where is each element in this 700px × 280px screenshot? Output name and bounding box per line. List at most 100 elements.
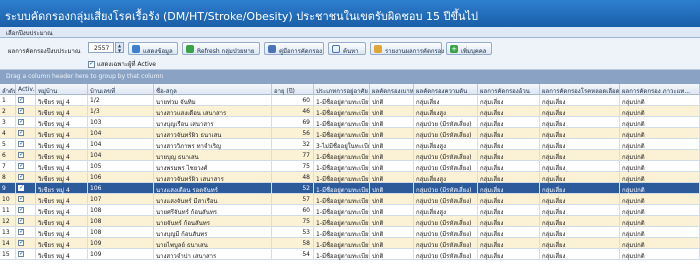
active-checkbox[interactable] xyxy=(18,173,24,180)
residence-type-cell: 1-มีชื่ออยู่ตามทะเบียนบ้าน xyxy=(314,238,370,249)
stroke-result-cell: กลุ่มเสี่ยง xyxy=(540,106,620,117)
active-checkbox[interactable] xyxy=(18,129,24,136)
stroke-result-cell: กลุ่มเสี่ยง xyxy=(540,205,620,216)
active-checkbox[interactable] xyxy=(18,151,24,158)
active-checkbox[interactable] xyxy=(18,184,24,191)
group-by-panel[interactable]: Drag a column header here to group by th… xyxy=(0,70,700,84)
toolbar: ผลการคัดกรองปีงบประมาณ 2557 ▲ ▼ แสดงข้อม… xyxy=(0,38,700,70)
village-cell: วิเชียร หมู่ 4 xyxy=(36,194,88,205)
manual-label: คู่มือการคัดกรอง xyxy=(279,48,323,55)
active-checkbox[interactable] xyxy=(18,140,24,147)
table-row[interactable]: 5วิเชียร หมู่ 4104นางสาววิภาพร ทาจำเริญ3… xyxy=(0,139,700,150)
active-cell[interactable] xyxy=(16,95,36,106)
active-checkbox[interactable] xyxy=(18,96,24,103)
active-checkbox[interactable] xyxy=(18,118,24,125)
obesity-result-cell: กลุ่มเสี่ยง xyxy=(478,95,540,106)
screening-report-button[interactable]: รายงานผลการคัดกรอง xyxy=(370,42,444,55)
table-row[interactable]: 15 วิเชียร หมู่ 4109นางสาวจำปา เสนาสาร541… xyxy=(0,249,700,260)
active-checkbox[interactable] xyxy=(18,239,24,246)
table-row[interactable]: 9 วิเชียร หมู่ 4106นางแสงเดือน รอดจันทร์5… xyxy=(0,183,700,194)
name-cell: นายศรีจันทร์ ก้อนสันทร xyxy=(154,205,272,216)
active-checkbox[interactable] xyxy=(18,107,24,114)
active-cell[interactable] xyxy=(16,227,36,238)
table-row[interactable]: 8 วิเชียร หมู่ 4106นางสาวจันทร์ผิว เสนาสา… xyxy=(0,172,700,183)
tab-select-fiscal-year[interactable]: เลือกปีงบประมาณ xyxy=(0,27,700,38)
active-only-option[interactable]: แสดงเฉพาะผู้ที่ Active xyxy=(88,59,156,69)
column-header[interactable]: ผลคัดกรองเบาหวาน xyxy=(370,84,414,95)
search-button[interactable]: ค้นหา xyxy=(328,42,366,55)
table-row[interactable]: 3 วิเชียร หมู่ 4103นางบุญเรือน เสนาสาร691… xyxy=(0,117,700,128)
table-row[interactable]: 12 วิเชียร หมู่ 4108นายจันทร์ ก้อนสันทร75… xyxy=(0,216,700,227)
active-cell[interactable] xyxy=(16,106,36,117)
residence-type-cell: 1-มีชื่ออยู่ตามทะเบียนบ้าน xyxy=(314,150,370,161)
name-cell: นายบุญ ธนาเสน xyxy=(154,150,272,161)
active-checkbox[interactable] xyxy=(18,217,24,224)
add-person-button[interactable]: + เพิ่มบุคคล xyxy=(446,42,492,55)
stroke-result-cell: กลุ่มเสี่ยง xyxy=(540,95,620,106)
column-header[interactable]: ผลการคัดกรอง ภาวะแท... xyxy=(620,84,700,95)
complication-result-cell: กลุ่มปกติ xyxy=(620,205,700,216)
active-cell[interactable] xyxy=(16,249,36,260)
table-row[interactable]: 7 วิเชียร หมู่ 4105นางพรมพร ไชยวงศ์751-มี… xyxy=(0,161,700,172)
active-checkbox[interactable] xyxy=(18,195,24,202)
village-cell: วิเชียร หมู่ 4 xyxy=(36,172,88,183)
active-cell[interactable] xyxy=(16,128,36,139)
fiscal-year-input[interactable]: 2557 xyxy=(88,42,114,53)
village-cell: วิเชียร หมู่ 4 xyxy=(36,95,88,106)
residence-type-cell: 1-มีชื่ออยู่ตามทะเบียนบ้าน xyxy=(314,227,370,238)
show-data-button[interactable]: แสดงข้อมูล xyxy=(128,42,178,55)
active-cell[interactable] xyxy=(16,161,36,172)
active-cell[interactable] xyxy=(16,172,36,183)
column-header[interactable]: Activ... xyxy=(16,84,36,95)
row-number-cell: 4 xyxy=(0,128,16,139)
active-cell[interactable] xyxy=(16,194,36,205)
table-row[interactable]: 14 วิเชียร หมู่ 4109นายไพบูลย์ ธนาเสน581-… xyxy=(0,238,700,249)
column-header[interactable]: บ้านเลขที่ xyxy=(88,84,154,95)
obesity-result-cell: กลุ่มเสี่ยง xyxy=(478,183,540,194)
table-row[interactable]: 6 วิเชียร หมู่ 4104นายบุญ ธนาเสน771-มีชื่… xyxy=(0,150,700,161)
column-header[interactable]: ลำดับ xyxy=(0,84,16,95)
active-cell[interactable] xyxy=(16,117,36,128)
active-cell[interactable] xyxy=(16,183,36,194)
refresh-recovered-button[interactable]: Refresh กลุ่มป่วยหาย xyxy=(182,42,260,55)
active-cell[interactable] xyxy=(16,238,36,249)
screening-manual-button[interactable]: คู่มือการคัดกรอง xyxy=(264,42,324,55)
spin-down-icon[interactable]: ▼ xyxy=(116,48,123,53)
active-cell[interactable] xyxy=(16,205,36,216)
table-row[interactable]: 1 วิเชียร หมู่ 41/2นายท่วม จันทิม601-มีชื… xyxy=(0,95,700,106)
active-cell[interactable] xyxy=(16,216,36,227)
column-header[interactable]: ผลคัดกรองความดัน xyxy=(414,84,478,95)
active-checkbox[interactable] xyxy=(18,206,24,213)
column-header[interactable]: ประเภทการอยู่อาศัย xyxy=(314,84,370,95)
active-cell[interactable] xyxy=(16,139,36,150)
house-number-cell: 108 xyxy=(88,216,154,227)
table-row[interactable]: 2 วิเชียร หมู่ 41/3นางสาวแสงเดือน เสนาสาร… xyxy=(0,106,700,117)
table-row[interactable]: 11 วิเชียร หมู่ 4108นายศรีจันทร์ ก้อนสันท… xyxy=(0,205,700,216)
age-cell: 46 xyxy=(272,106,314,117)
fiscal-year-spinner[interactable]: ▲ ▼ xyxy=(115,42,124,53)
name-cell: นางสาววิภาพร ทาจำเริญ xyxy=(154,139,272,150)
column-header[interactable]: ผลการคัดกรองอ้วน xyxy=(478,84,540,95)
active-cell[interactable] xyxy=(16,150,36,161)
table-row[interactable]: 4 วิเชียร หมู่ 4104นางสาวจันทร์ผิว ธนาเสน… xyxy=(0,128,700,139)
table-row[interactable]: 13 วิเชียร หมู่ 4108นางบุญมี ก้อนสันทร531… xyxy=(0,227,700,238)
active-checkbox[interactable] xyxy=(18,250,24,257)
residence-type-cell: 1-มีชื่ออยู่ตามทะเบียนบ้าน xyxy=(314,194,370,205)
table-row[interactable]: 10 วิเชียร หมู่ 4107นางแสงจันทร์ มีสาเรือ… xyxy=(0,194,700,205)
column-header[interactable]: หมู่บ้าน xyxy=(36,84,88,95)
column-header[interactable]: อายุ (ปี) xyxy=(272,84,314,95)
hypertension-result-cell: กลุ่มป่วย (มีรหัสเสี่ยง) xyxy=(414,194,478,205)
column-header[interactable]: ชื่อ-สกุล xyxy=(154,84,272,95)
complication-result-cell: กลุ่มปกติ xyxy=(620,238,700,249)
column-header[interactable]: ผลการคัดกรองโรคหลอดเลือดสมอง xyxy=(540,84,620,95)
active-checkbox[interactable] xyxy=(18,162,24,169)
row-number-cell: 7 xyxy=(0,161,16,172)
active-checkbox[interactable] xyxy=(18,228,24,235)
stroke-result-cell: กลุ่มเสี่ยง xyxy=(540,161,620,172)
hypertension-result-cell: กลุ่มป่วย (มีรหัสเสี่ยง) xyxy=(414,227,478,238)
residence-type-cell: 1-มีชื่ออยู่ตามทะเบียนบ้าน xyxy=(314,172,370,183)
active-only-checkbox[interactable] xyxy=(88,60,95,68)
row-number-cell: 9 xyxy=(0,183,16,194)
obesity-result-cell: กลุ่มเสี่ยง xyxy=(478,172,540,183)
age-cell: 60 xyxy=(272,205,314,216)
